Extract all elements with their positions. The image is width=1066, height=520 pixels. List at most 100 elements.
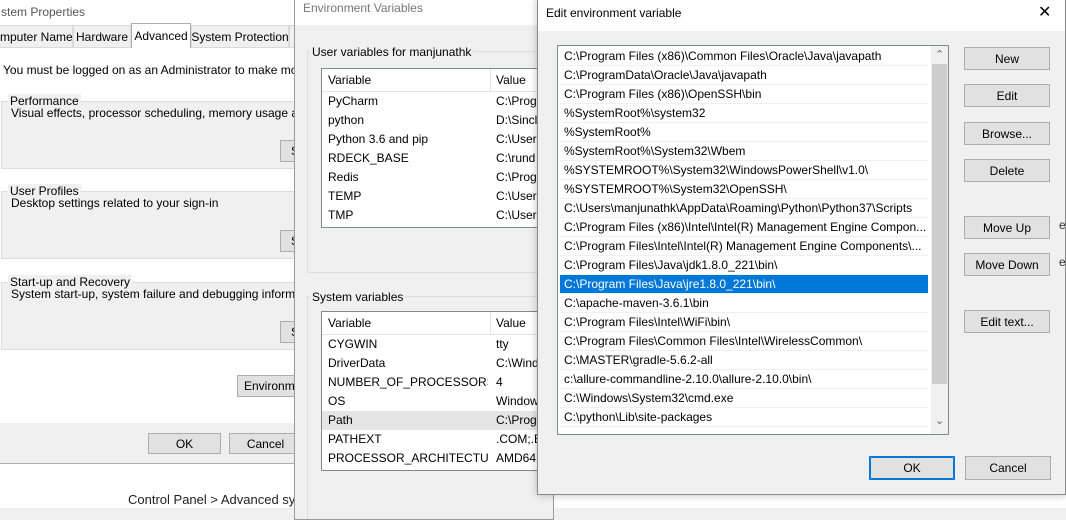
user-variable-variable-cell: Redis	[328, 170, 359, 184]
close-icon[interactable]: ✕	[1038, 2, 1051, 22]
move-up-button[interactable]: Move Up	[964, 216, 1050, 239]
user-variable-row[interactable]: python D:\Sincl	[322, 111, 553, 130]
sysprops-ok-button[interactable]: OK	[148, 433, 221, 454]
path-entry[interactable]: %SystemRoot%\System32\Wbem	[560, 142, 928, 161]
user-variable-row[interactable]: Redis C:\Progr	[322, 168, 553, 187]
path-entry[interactable]: C:\Windows\System32\cmd.exe	[560, 389, 928, 408]
system-variables-header: Variable Value	[322, 312, 553, 335]
user-variables-col-variable[interactable]: Variable	[328, 73, 371, 87]
system-variables-col-value[interactable]: Value	[496, 316, 526, 330]
startup-recovery-description: System start-up, system failure and debu…	[11, 287, 302, 301]
sysprops-cancel-button[interactable]: Cancel	[229, 433, 301, 454]
edit-variable-titlebar: Edit environment variable ✕	[538, 0, 1065, 31]
path-entry[interactable]: %SYSTEMROOT%\System32\OpenSSH\	[560, 180, 928, 199]
browse-button[interactable]: Browse...	[964, 122, 1050, 145]
path-entry[interactable]: C:\Program Files (x86)\OpenSSH\bin	[560, 85, 928, 104]
user-variable-variable-cell: TEMP	[328, 189, 362, 203]
control-panel-breadcrumb[interactable]: Control Panel > Advanced sy	[128, 492, 295, 507]
path-entry[interactable]: C:\Program Files\Common Files\Intel\Wire…	[560, 332, 928, 351]
edit-variable-title: Edit environment variable	[546, 6, 682, 20]
performance-description: Visual effects, processor scheduling, me…	[11, 106, 301, 120]
path-entry[interactable]: C:\python\Lib\site-packages	[560, 408, 928, 427]
system-variable-row[interactable]: NUMBER_OF_PROCESSORS 4	[322, 373, 553, 392]
tab-hardware[interactable]: Hardware	[73, 25, 131, 47]
path-entry[interactable]: C:\ProgramData\Oracle\Java\javapath	[560, 66, 928, 85]
path-entry[interactable]: C:\Program Files (x86)\Common Files\Orac…	[560, 47, 928, 66]
user-variables-col-divider	[490, 69, 491, 91]
path-entry[interactable]: C:\Program Files (x86)\Intel\Intel(R) Ma…	[560, 218, 928, 237]
background-fragment-1: e	[1059, 218, 1066, 232]
tab-computer-name[interactable]: omputer Name	[0, 25, 73, 47]
system-properties-title: stem Properties	[1, 5, 86, 19]
edit-button[interactable]: Edit	[964, 84, 1050, 107]
environment-variables-titlebar: Environment Variables	[295, 0, 553, 25]
path-entry[interactable]: %SYSTEMROOT%\System32\WindowsPowerShell\…	[560, 161, 928, 180]
system-variable-variable-cell: Path	[328, 413, 353, 427]
system-variable-variable-cell: CYGWIN	[328, 337, 378, 351]
path-entry[interactable]: C:\Users\manjunathk\AppData\Roaming\Pyth…	[560, 199, 928, 218]
system-variable-row[interactable]: DriverData C:\Windo	[322, 354, 553, 373]
path-entry[interactable]: %SystemRoot%	[560, 123, 928, 142]
user-variables-header: Variable Value	[322, 69, 553, 92]
edit-text-button[interactable]: Edit text...	[964, 310, 1050, 333]
user-profiles-description: Desktop settings related to your sign-in	[11, 196, 219, 210]
user-variable-row[interactable]: Python 3.6 and pip C:\Users	[322, 130, 553, 149]
path-entry[interactable]: C:\MASTER\gradle-5.6.2-all	[560, 351, 928, 370]
user-variable-variable-cell: TMP	[328, 208, 354, 222]
admin-note: You must be logged on as an Administrato…	[3, 63, 297, 77]
system-variable-row[interactable]: Path C:\Progr	[322, 411, 553, 430]
system-variables-col-variable[interactable]: Variable	[328, 316, 371, 330]
user-variable-row[interactable]: TMP C:\Users	[322, 206, 553, 225]
path-entry[interactable]: C:\apache-maven-3.6.1\bin	[560, 294, 928, 313]
edit-variable-cancel-button[interactable]: Cancel	[965, 456, 1051, 480]
tab-system-protection[interactable]: System Protection	[191, 25, 289, 47]
system-variable-variable-cell: NUMBER_OF_PROCESSORS	[328, 375, 488, 389]
path-list-scrollbar[interactable]: ⌃ ⌄	[931, 46, 948, 434]
environment-variables-window: Environment Variables User variables for…	[294, 0, 554, 520]
user-variable-variable-cell: RDECK_BASE	[328, 151, 409, 165]
path-list-scroll-thumb[interactable]	[932, 64, 947, 384]
user-variable-variable-cell: Python 3.6 and pip	[328, 132, 429, 146]
environment-variables-title: Environment Variables	[303, 1, 423, 15]
user-variable-row[interactable]: PyCharm C:\Progr	[322, 92, 553, 111]
system-variable-variable-cell: OS	[328, 394, 346, 408]
tab-advanced[interactable]: Advanced	[131, 23, 191, 48]
system-variable-row[interactable]: OS Window	[322, 392, 553, 411]
scroll-down-icon[interactable]: ⌄	[935, 414, 944, 427]
path-entry[interactable]: C:\Program Files\Java\jdk1.8.0_221\bin\	[560, 256, 928, 275]
system-variables-label: System variables	[310, 290, 406, 304]
system-variable-variable-cell: DriverData	[328, 356, 386, 370]
user-variables-label: User variables for manjunathk	[310, 45, 474, 59]
user-variables-col-value[interactable]: Value	[496, 73, 526, 87]
system-properties-window: stem Properties omputer Name Hardware Ad…	[0, 0, 302, 464]
system-variable-row[interactable]: PROCESSOR_ARCHITECTURE AMD64	[322, 449, 553, 468]
user-variable-row[interactable]: TEMP C:\Users	[322, 187, 553, 206]
user-variable-row[interactable]: RDECK_BASE C:\rund	[322, 149, 553, 168]
move-down-button[interactable]: Move Down	[964, 253, 1050, 276]
path-entry[interactable]: c:\allure-commandline-2.10.0\allure-2.10…	[560, 370, 928, 389]
scroll-up-icon[interactable]: ⌃	[935, 48, 944, 61]
system-variable-variable-cell: PATHEXT	[328, 432, 382, 446]
user-profiles-group: User Profiles Desktop settings related t…	[1, 184, 301, 259]
new-button[interactable]: New	[964, 47, 1050, 70]
path-entry[interactable]: C:\Program Files\Intel\Intel(R) Manageme…	[560, 237, 928, 256]
edit-variable-ok-button[interactable]: OK	[869, 456, 955, 480]
user-variable-variable-cell: python	[328, 113, 365, 127]
startup-recovery-group: Start-up and Recovery System start-up, s…	[1, 275, 302, 350]
path-entry[interactable]: C:\Program Files\Intel\WiFi\bin\	[560, 313, 928, 332]
user-variables-list[interactable]: Variable Value PyCharm C:\Progr python D:\S…	[321, 68, 553, 228]
performance-group: Performance Visual effects, processor sc…	[1, 94, 301, 169]
environment-variables-button[interactable]: Environmen	[237, 375, 301, 397]
user-variable-variable-cell: PyCharm	[328, 94, 379, 108]
delete-button[interactable]: Delete	[964, 159, 1050, 182]
path-entry[interactable]: %SystemRoot%\system32	[560, 104, 928, 123]
system-variables-col-divider	[490, 312, 491, 334]
path-entries-list[interactable]: C:\Program Files (x86)\Common Files\Orac…	[557, 45, 949, 435]
system-variable-row[interactable]: PATHEXT .COM;.E	[322, 430, 553, 449]
path-entry[interactable]: C:\Program Files\Java\jre1.8.0_221\bin\	[560, 275, 928, 294]
system-variable-variable-cell: PROCESSOR_ARCHITECTURE	[328, 451, 488, 465]
system-variables-list[interactable]: Variable Value CYGWIN tty DriverData C:\Win…	[321, 311, 553, 471]
system-variable-row[interactable]: CYGWIN tty	[322, 335, 553, 354]
edit-environment-variable-window: Edit environment variable ✕ C:\Program F…	[537, 0, 1066, 495]
system-properties-titlebar: stem Properties	[0, 0, 301, 25]
